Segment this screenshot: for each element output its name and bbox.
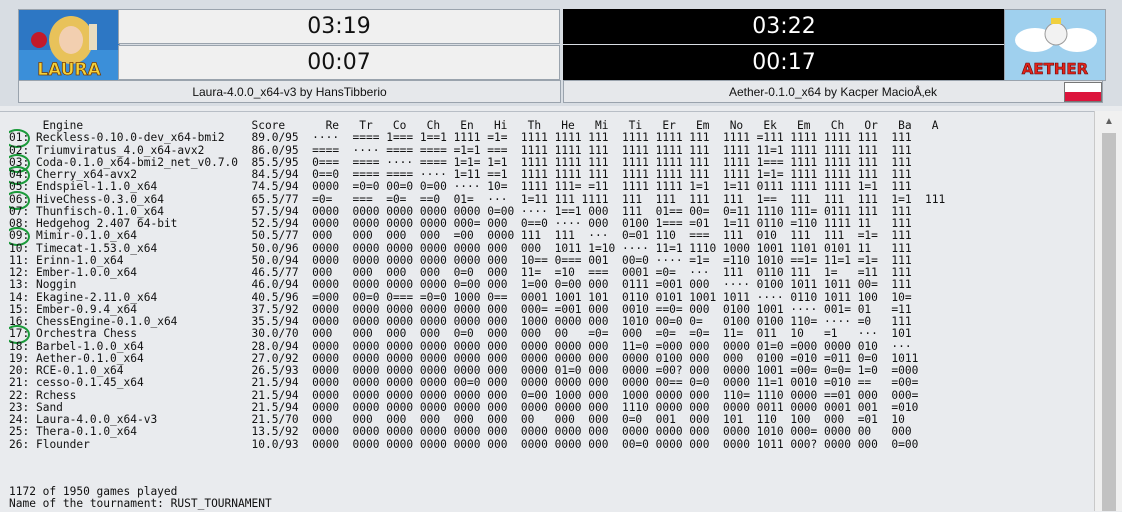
rank-number-highlighted: 06 — [9, 190, 31, 210]
black-player-avatar: AETHER — [1004, 9, 1106, 81]
row-content: Noggin 46.0/94 0000 0000 0000 0000 0=00 … — [29, 278, 912, 292]
row-content: RCE-0.1.0_x64 26.5/93 0000 0000 0000 000… — [29, 364, 919, 377]
row-content: Erinn-1.0_x64 50.0/94 0000 0000 0000 000… — [29, 253, 912, 267]
row-content: Sand 21.5/94 0000 0000 0000 0000 0000 00… — [29, 400, 919, 414]
crosstable: Engine Score Re Tr Co Ch En Hi Th He Mi … — [9, 120, 1092, 451]
rank-number: 18 — [9, 339, 23, 353]
black-avatar-label: AETHER — [1022, 60, 1089, 78]
game-header: LAURA 03:19 00:07 03:22 00:17 AETHER Lau… — [0, 0, 1122, 106]
rank-number: 22 — [9, 388, 23, 402]
row-content: ChessEngine-0.1.0_x64 35.5/94 0000 0000 … — [29, 315, 912, 328]
rank-number: 14 — [9, 290, 23, 304]
white-avatar-label: LAURA — [37, 60, 101, 80]
row-content: Orchestra Chess 30.0/70 000 000 000 000 … — [29, 327, 912, 341]
scroll-thumb[interactable] — [1102, 133, 1116, 511]
black-move-clock: 00:17 — [563, 45, 1005, 80]
row-content: Mimir-0.1.0_x64 50.5/77 000 000 000 000 … — [29, 229, 912, 243]
white-player-avatar: LAURA — [18, 9, 120, 81]
black-total-time: 03:22 — [752, 14, 816, 39]
rank-number-highlighted: 01 — [9, 129, 31, 149]
rank-number: 21 — [9, 376, 23, 390]
row-content: Ember-0.9.4_x64 37.5/92 0000 0000 0000 0… — [29, 302, 912, 316]
row-content: Cherry_x64-avx2 84.5/94 0==0 ==== ==== ·… — [29, 168, 912, 181]
crosstable-row: 26: Flounder 10.0/93 0000 0000 0000 0000… — [9, 437, 1092, 451]
black-move-time: 00:17 — [752, 50, 816, 75]
white-total-clock: 03:19 — [118, 9, 560, 44]
scroll-up-arrow-icon[interactable]: ▲ — [1095, 111, 1122, 131]
vertical-scrollbar[interactable]: ▲ — [1094, 111, 1122, 511]
rank-number: 10 — [9, 241, 23, 255]
row-content: Thunfisch-0.1.0_x64 57.5/94 0000 0000 00… — [29, 204, 912, 218]
rank-number-highlighted: 17 — [9, 325, 31, 345]
row-content: Aether-0.1.0_x64 27.0/92 0000 0000 0000 … — [29, 351, 919, 365]
row-content: Laura-4.0.0_x64-v3 21.5/70 000 000 000 0… — [29, 413, 905, 426]
row-content: Ekagine-2.11.0_x64 40.5/96 =000 00=0 0==… — [29, 290, 912, 304]
rank-number: 25 — [9, 425, 23, 439]
row-content: Timecat-1.53.0_x64 50.0/96 0000 0000 000… — [29, 241, 912, 255]
row-content: Ember-1.0.0_x64 46.5/77 000 000 000 000 … — [29, 266, 912, 279]
row-content: Thera-0.1.0_x64 13.5/92 0000 0000 0000 0… — [29, 425, 912, 439]
white-player-name: Laura-4.0.0_x64-v3 by HansTibberio — [18, 80, 561, 103]
row-content: Hedgehog 2.407 64-bit 52.5/94 0000 0000 … — [29, 217, 912, 230]
rank-number: 26 — [9, 437, 23, 451]
row-content: HiveChess-0.3.0_x64 65.5/77 =0= === =0= … — [29, 192, 946, 206]
crosstable-panel: Engine Score Re Tr Co Ch En Hi Th He Mi … — [0, 111, 1094, 512]
rank-number-highlighted: 09 — [9, 227, 31, 247]
tournament-footer: 1172 of 1950 games played Name of the tou… — [9, 485, 272, 511]
poland-flag-icon — [1064, 82, 1102, 102]
rank-number: 13 — [9, 278, 23, 292]
black-total-clock: 03:22 — [563, 9, 1005, 44]
white-move-clock: 00:07 — [118, 45, 560, 80]
row-content: Endspiel-1.1.0_x64 74.5/94 0000 =0=0 00=… — [29, 180, 912, 194]
row-content: Flounder 10.0/93 0000 0000 0000 0000 000… — [29, 437, 919, 451]
white-total-time: 03:19 — [307, 14, 371, 39]
row-content: Rchess 21.5/94 0000 0000 0000 0000 0000 … — [29, 388, 919, 402]
row-content: Coda-0.1.0_x64-bmi2_net_v0.7.0 85.5/95 0… — [29, 155, 912, 169]
row-content: Reckless-0.10.0-dev_x64-bmi2 89.0/95 ···… — [29, 131, 912, 145]
black-player-name: Aether-0.1.0_x64 by Kacper MacioÅ‚ek — [563, 80, 1103, 103]
row-content: cesso-0.1.45_x64 21.5/94 0000 0000 0000 … — [29, 376, 919, 390]
tournament-name-text: Name of the tournament: RUST_TOURNAMENT — [9, 497, 272, 511]
row-content: Triumviratus_4.0_x64-avx2 86.0/95 ==== ·… — [29, 143, 912, 157]
row-content: Barbel-1.0.0_x64 28.0/94 0000 0000 0000 … — [29, 339, 912, 353]
white-move-time: 00:07 — [307, 50, 371, 75]
